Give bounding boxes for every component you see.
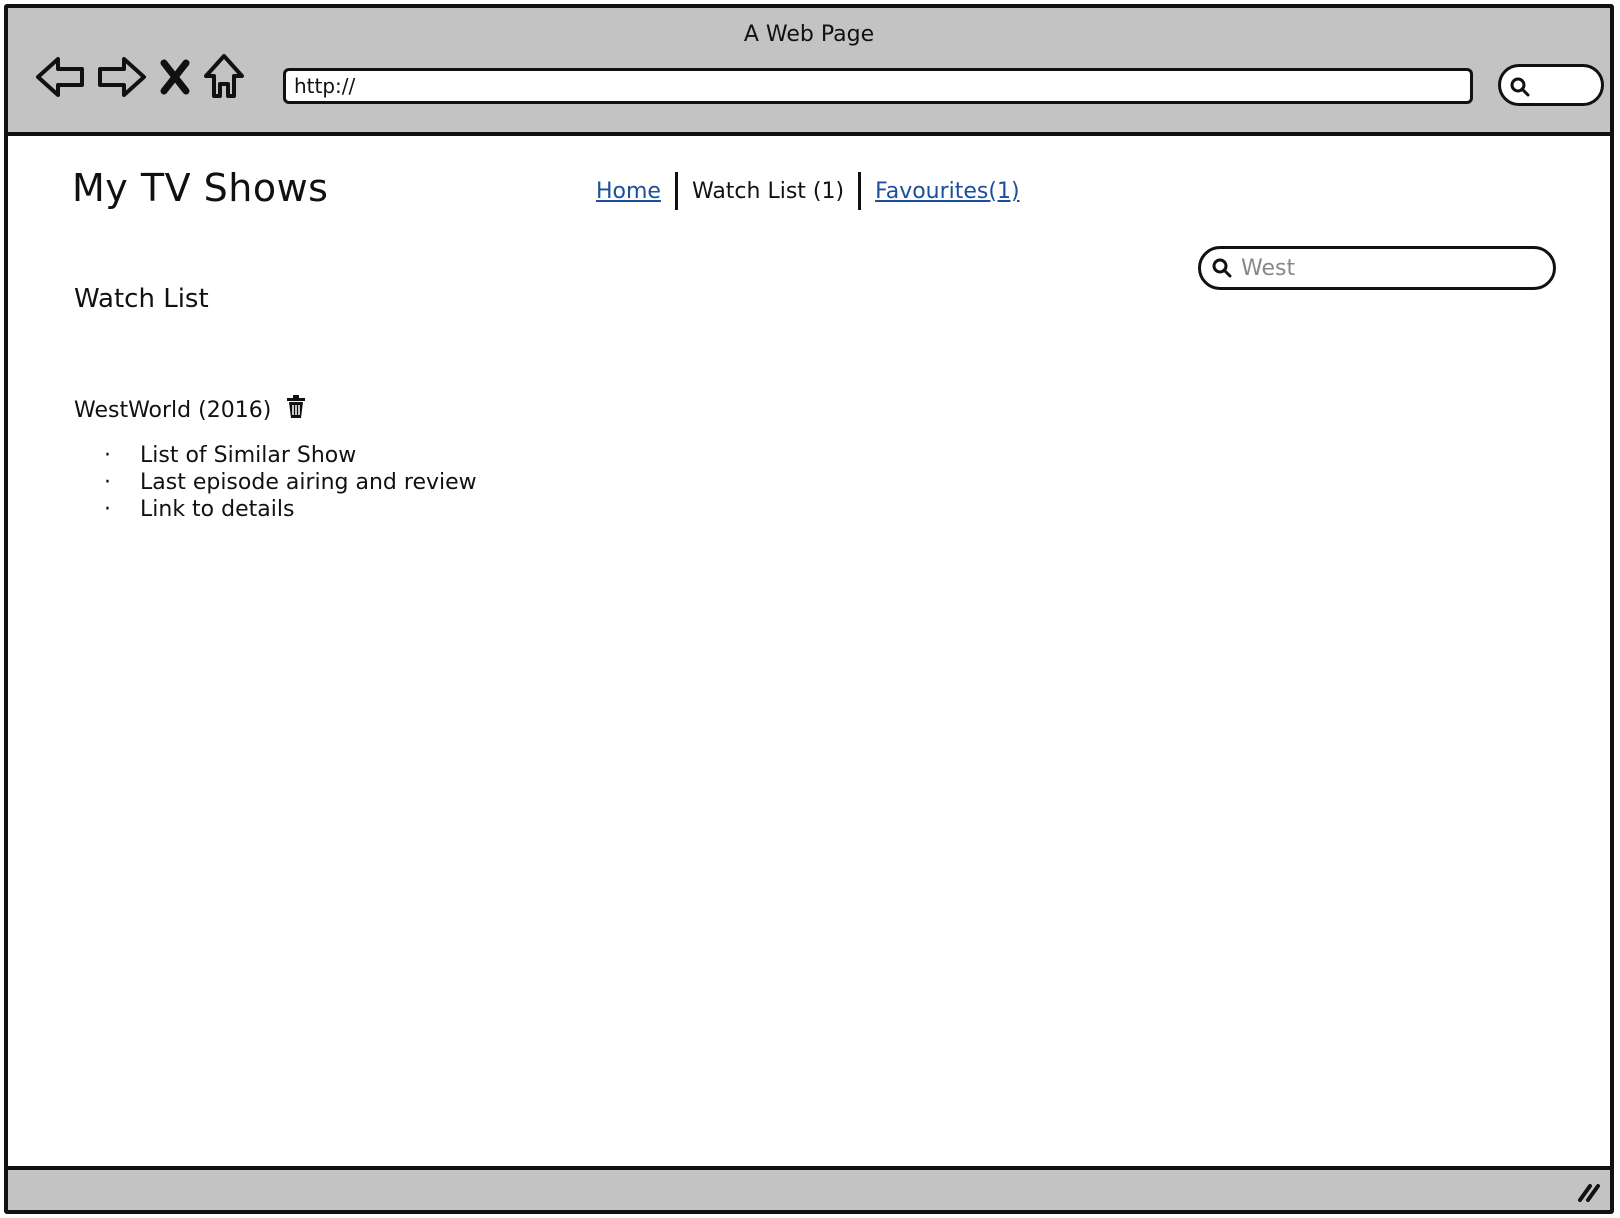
nav-link-favourites[interactable]: Favourites(1) (875, 179, 1019, 204)
home-icon[interactable] (202, 52, 246, 102)
show-title[interactable]: WestWorld (2016) (74, 398, 271, 423)
list-item: · List of Similar Show (104, 442, 477, 469)
search-input[interactable] (1239, 254, 1543, 282)
site-search-box[interactable] (1198, 246, 1556, 290)
page-heading: Watch List (74, 284, 209, 314)
trash-icon[interactable] (285, 394, 307, 426)
top-navigation: Home Watch List (1) Favourites(1) (596, 172, 1020, 210)
bullet: · (104, 470, 111, 495)
list-item: · Link to details (104, 496, 477, 523)
browser-toolbar: A Web Page http:// (8, 8, 1610, 136)
show-entry: WestWorld (2016) (74, 394, 307, 426)
window-title: A Web Page (743, 22, 875, 47)
nav-current-watch-list[interactable]: Watch List (1) (692, 179, 844, 204)
nav-divider (858, 172, 862, 210)
browser-nav-buttons (34, 52, 246, 102)
list-item: · Last episode airing and review (104, 469, 477, 496)
bullet: · (104, 443, 111, 468)
status-bar (8, 1166, 1610, 1210)
site-title: My TV Shows (72, 166, 329, 210)
show-details-list: · List of Similar Show · Last episode ai… (104, 442, 477, 523)
bullet: · (104, 497, 111, 522)
close-icon[interactable] (158, 57, 192, 97)
detail-similar-shows: List of Similar Show (140, 443, 357, 468)
address-bar[interactable]: http:// (283, 68, 1473, 104)
nav-divider (674, 172, 678, 210)
resize-grip-icon[interactable] (1574, 1180, 1602, 1204)
search-icon (1212, 258, 1232, 278)
detail-link: Link to details (140, 497, 295, 522)
browser-window: A Web Page http:// My TV Shows Home Watc… (4, 4, 1614, 1214)
forward-arrow-icon[interactable] (96, 53, 148, 101)
back-arrow-icon[interactable] (34, 53, 86, 101)
nav-link-home[interactable]: Home (596, 179, 661, 204)
browser-search-field[interactable] (1498, 64, 1604, 106)
search-icon (1510, 77, 1530, 97)
detail-last-episode: Last episode airing and review (140, 470, 477, 495)
